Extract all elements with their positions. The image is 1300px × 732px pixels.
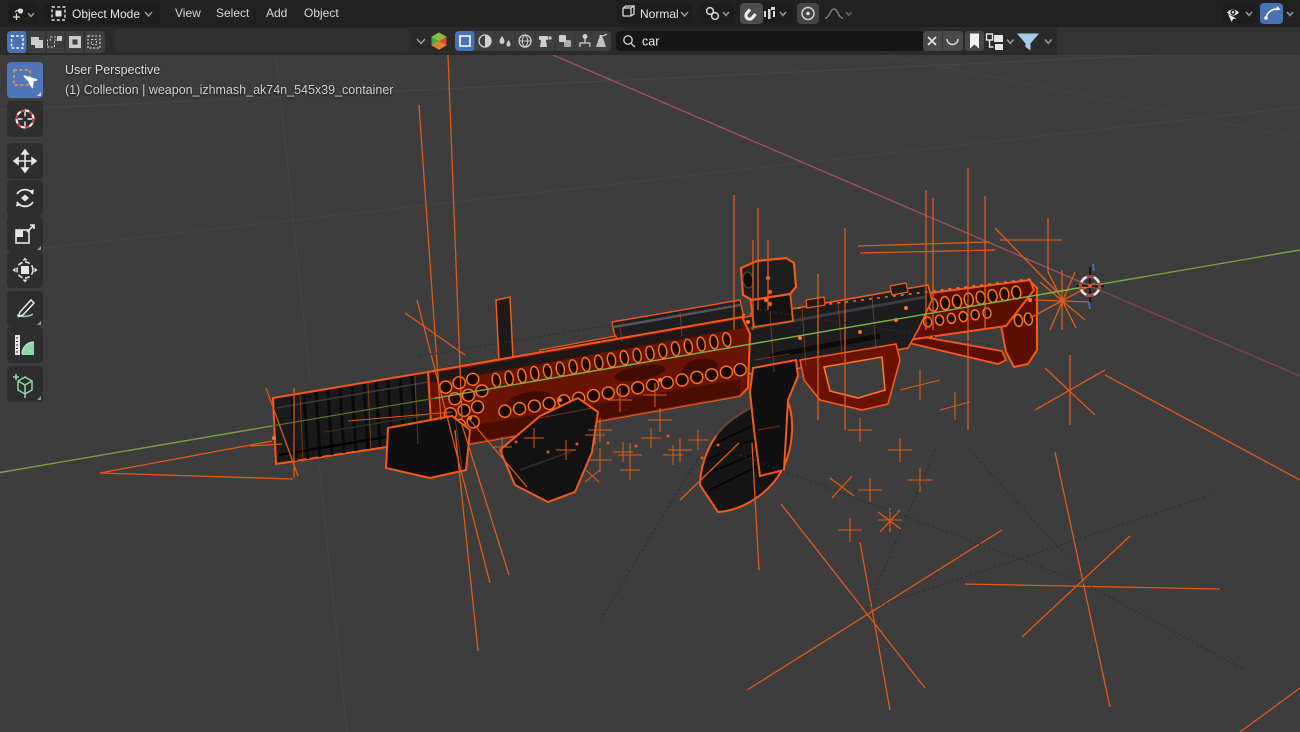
svg-text:Normal: Normal: [640, 7, 679, 21]
svg-text:car: car: [642, 35, 659, 49]
svg-text:Object Mode: Object Mode: [72, 7, 140, 21]
